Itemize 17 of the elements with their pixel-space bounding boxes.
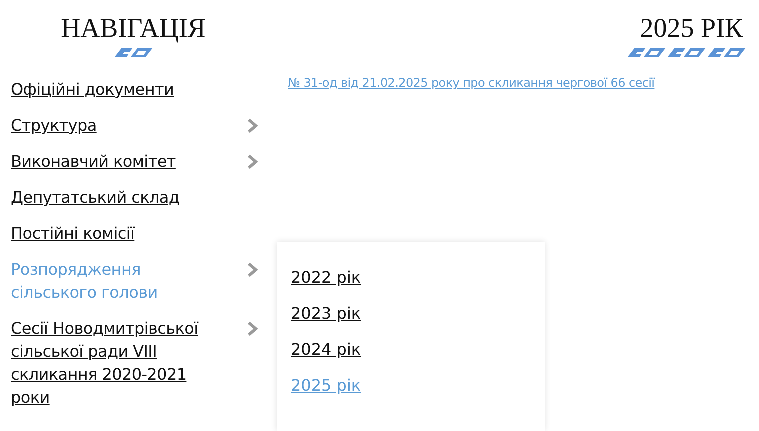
ornament-icon [627, 46, 747, 58]
submenu-link[interactable]: 2024 рік [291, 338, 362, 361]
submenu-link[interactable]: 2022 рік [291, 266, 362, 289]
chevron-right-icon[interactable] [247, 154, 259, 170]
nav-link[interactable]: Офіційні документи [11, 78, 174, 101]
submenu-link[interactable]: 2023 рік [291, 302, 362, 325]
chevron-right-icon[interactable] [247, 321, 259, 337]
nav-link[interactable]: Постійні комісії [11, 222, 135, 245]
nav-link[interactable]: Структура [11, 114, 97, 137]
page-title: 2025 РІК [639, 12, 744, 44]
chevron-right-icon[interactable] [247, 118, 259, 134]
nav-link[interactable]: Виконавчий комітет [11, 150, 176, 173]
ornament-icon [114, 46, 154, 58]
nav-link[interactable]: Депутатський склад [11, 186, 180, 209]
chevron-right-icon[interactable] [247, 262, 259, 278]
nav-link[interactable]: Сесії Новодмитрівської сільської ради VIII скликання 2020-2021 роки [11, 317, 223, 409]
sidebar-title: НАВІГАЦІЯ [60, 12, 207, 44]
